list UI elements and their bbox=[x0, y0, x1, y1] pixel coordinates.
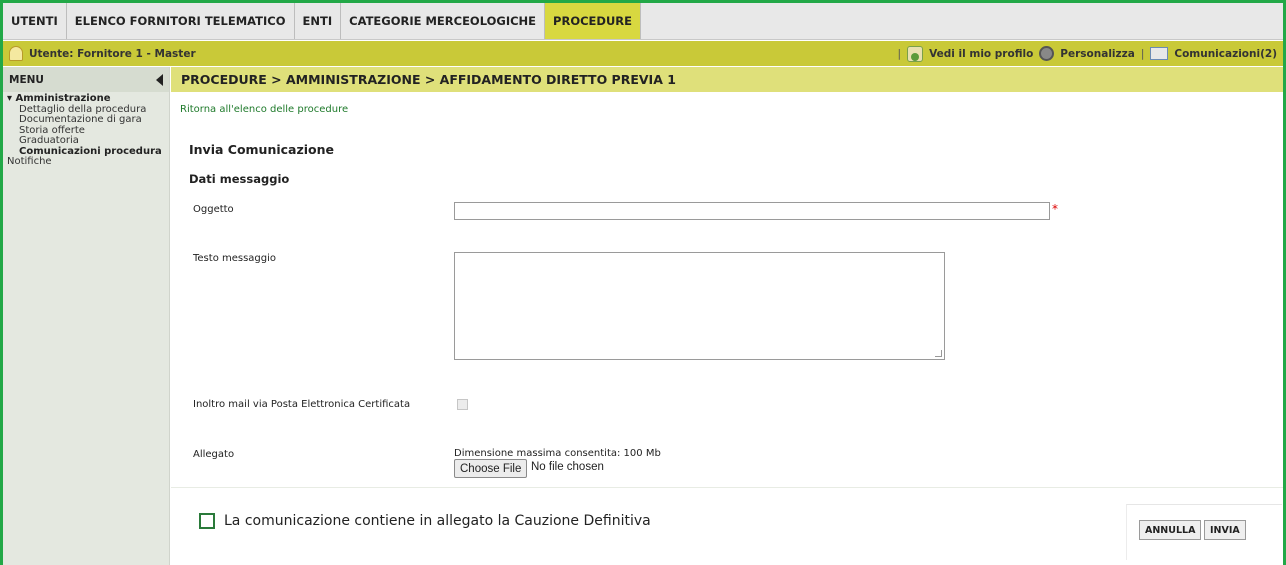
user-bar: Utente: Fornitore 1 - Master | Vedi il m… bbox=[3, 41, 1283, 66]
max-size-note: Dimensione massima consentita: 100 Mb bbox=[454, 448, 661, 459]
separator: | bbox=[1140, 47, 1145, 60]
oggetto-label: Oggetto bbox=[193, 204, 234, 215]
invia-button[interactable]: INVIA bbox=[1204, 520, 1246, 540]
allegato-label: Allegato bbox=[193, 449, 235, 460]
profile-link[interactable]: Vedi il mio profilo bbox=[929, 48, 1033, 60]
user-actions: | Vedi il mio profilo Personalizza | Com… bbox=[897, 45, 1277, 62]
collapse-left-icon[interactable] bbox=[156, 73, 163, 86]
sidebar-item-notifiche[interactable]: Notifiche bbox=[7, 156, 169, 168]
sidebar-item-graduatoria[interactable]: Graduatoria bbox=[7, 135, 169, 147]
sidebar: MENU ▾ Amministrazione Dettaglio della p… bbox=[3, 67, 170, 565]
cauzione-option: La comunicazione contiene in allegato la… bbox=[199, 513, 651, 529]
communications-link[interactable]: Comunicazioni(2) bbox=[1174, 48, 1277, 60]
divider bbox=[171, 487, 1283, 488]
bottom-actions: La comunicazione contiene in allegato la… bbox=[171, 487, 1283, 565]
cauzione-label: La comunicazione contiene in allegato la… bbox=[224, 513, 651, 529]
profile-icon[interactable] bbox=[907, 45, 924, 62]
required-mark: * bbox=[1052, 202, 1058, 216]
user-label: Utente: Fornitore 1 - Master bbox=[29, 47, 196, 60]
testo-textarea[interactable] bbox=[454, 252, 945, 360]
mail-icon[interactable] bbox=[1150, 47, 1169, 60]
main-content: Ritorna all'elenco delle procedure Invia… bbox=[171, 92, 1283, 565]
tab-categorie[interactable]: CATEGORIE MERCEOLOGICHE bbox=[341, 3, 546, 39]
separator: | bbox=[897, 47, 902, 60]
breadcrumb: PROCEDURE > AMMINISTRAZIONE > AFFIDAMENT… bbox=[171, 67, 1283, 92]
user-info: Utente: Fornitore 1 - Master bbox=[9, 46, 196, 61]
tab-enti[interactable]: ENTI bbox=[295, 3, 342, 39]
menu-tree: ▾ Amministrazione Dettaglio della proced… bbox=[3, 92, 169, 168]
testo-label: Testo messaggio bbox=[193, 253, 277, 264]
oggetto-input[interactable] bbox=[454, 202, 1050, 220]
annulla-button[interactable]: ANNULLA bbox=[1139, 520, 1202, 540]
user-icon bbox=[9, 46, 23, 61]
pec-label: Inoltro mail via Posta Elettronica Certi… bbox=[193, 399, 411, 410]
tab-utenti[interactable]: UTENTI bbox=[3, 3, 67, 39]
resize-grip-icon[interactable] bbox=[935, 350, 942, 357]
choose-file-button[interactable]: Choose File bbox=[454, 459, 528, 478]
menu-title: MENU bbox=[9, 73, 44, 86]
tab-procedure[interactable]: PROCEDURE bbox=[545, 3, 641, 39]
top-navigation: UTENTI ELENCO FORNITORI TELEMATICO ENTI … bbox=[3, 3, 1283, 40]
button-group: ANNULLA INVIA bbox=[1126, 504, 1282, 560]
section-subtitle: Dati messaggio bbox=[189, 172, 290, 186]
file-status: No file chosen bbox=[531, 461, 604, 473]
tab-elenco-fornitori[interactable]: ELENCO FORNITORI TELEMATICO bbox=[67, 3, 295, 39]
back-to-procedures-link[interactable]: Ritorna all'elenco delle procedure bbox=[180, 104, 348, 115]
menu-header: MENU bbox=[3, 67, 169, 92]
gear-icon[interactable] bbox=[1039, 46, 1055, 61]
cauzione-checkbox[interactable] bbox=[199, 513, 215, 529]
sidebar-group-amministrazione[interactable]: ▾ Amministrazione bbox=[7, 93, 169, 105]
personalize-link[interactable]: Personalizza bbox=[1060, 48, 1135, 60]
sidebar-item-documentazione[interactable]: Documentazione di gara bbox=[7, 114, 169, 126]
page-title: Invia Comunicazione bbox=[189, 142, 335, 157]
pec-checkbox bbox=[457, 399, 468, 410]
